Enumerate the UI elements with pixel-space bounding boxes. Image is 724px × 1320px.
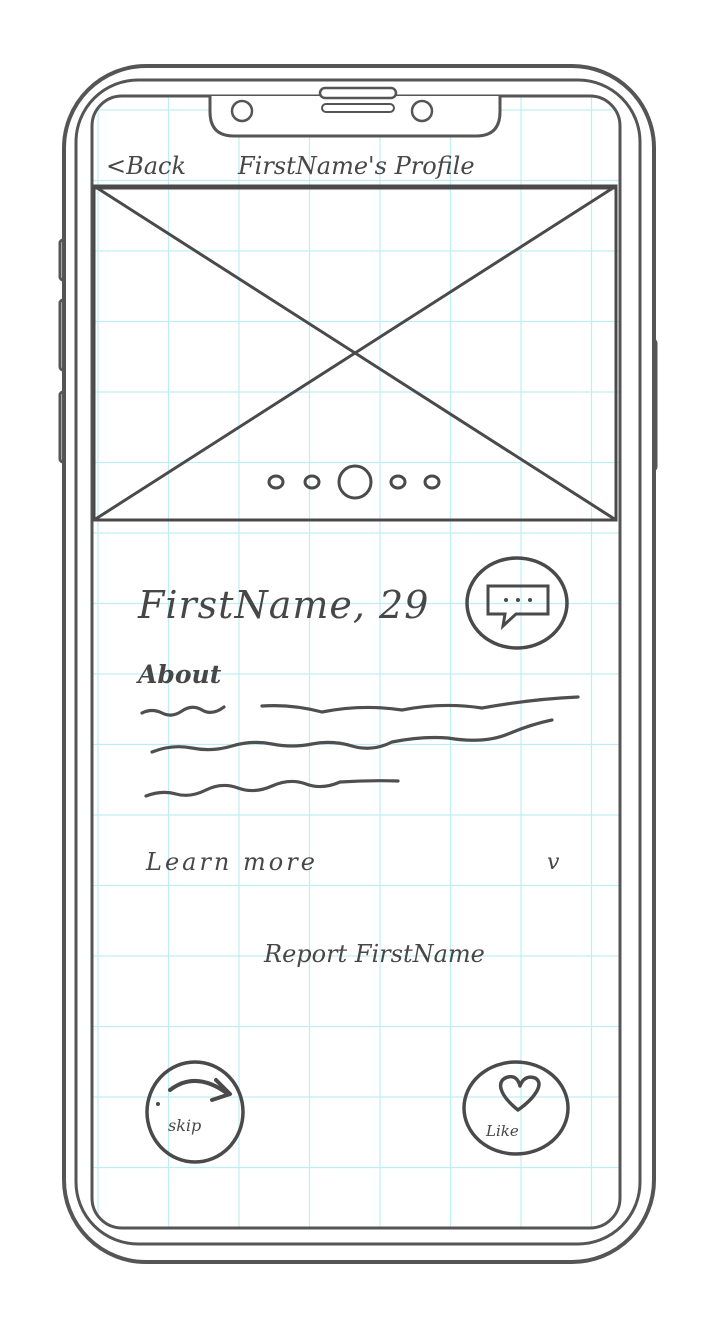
notch — [208, 96, 502, 138]
skip-label: skip — [168, 1116, 202, 1135]
skip-dot — [156, 1102, 160, 1106]
about-heading: About — [138, 660, 222, 689]
earpiece-speaker — [318, 86, 398, 100]
chat-dot — [504, 598, 508, 602]
learn-more-link[interactable]: Learn more — [146, 850, 318, 874]
chat-dot — [528, 598, 532, 602]
chevron-down-icon[interactable]: v — [547, 852, 559, 874]
like-label: Like — [486, 1122, 519, 1140]
profile-name-age: FirstName, 29 — [138, 583, 430, 627]
page-title: FirstName's Profile — [238, 152, 475, 180]
phone-frame — [58, 64, 658, 1264]
report-link[interactable]: Report FirstName — [264, 942, 485, 966]
back-button[interactable]: <Back — [106, 154, 186, 178]
chat-dot — [516, 598, 520, 602]
